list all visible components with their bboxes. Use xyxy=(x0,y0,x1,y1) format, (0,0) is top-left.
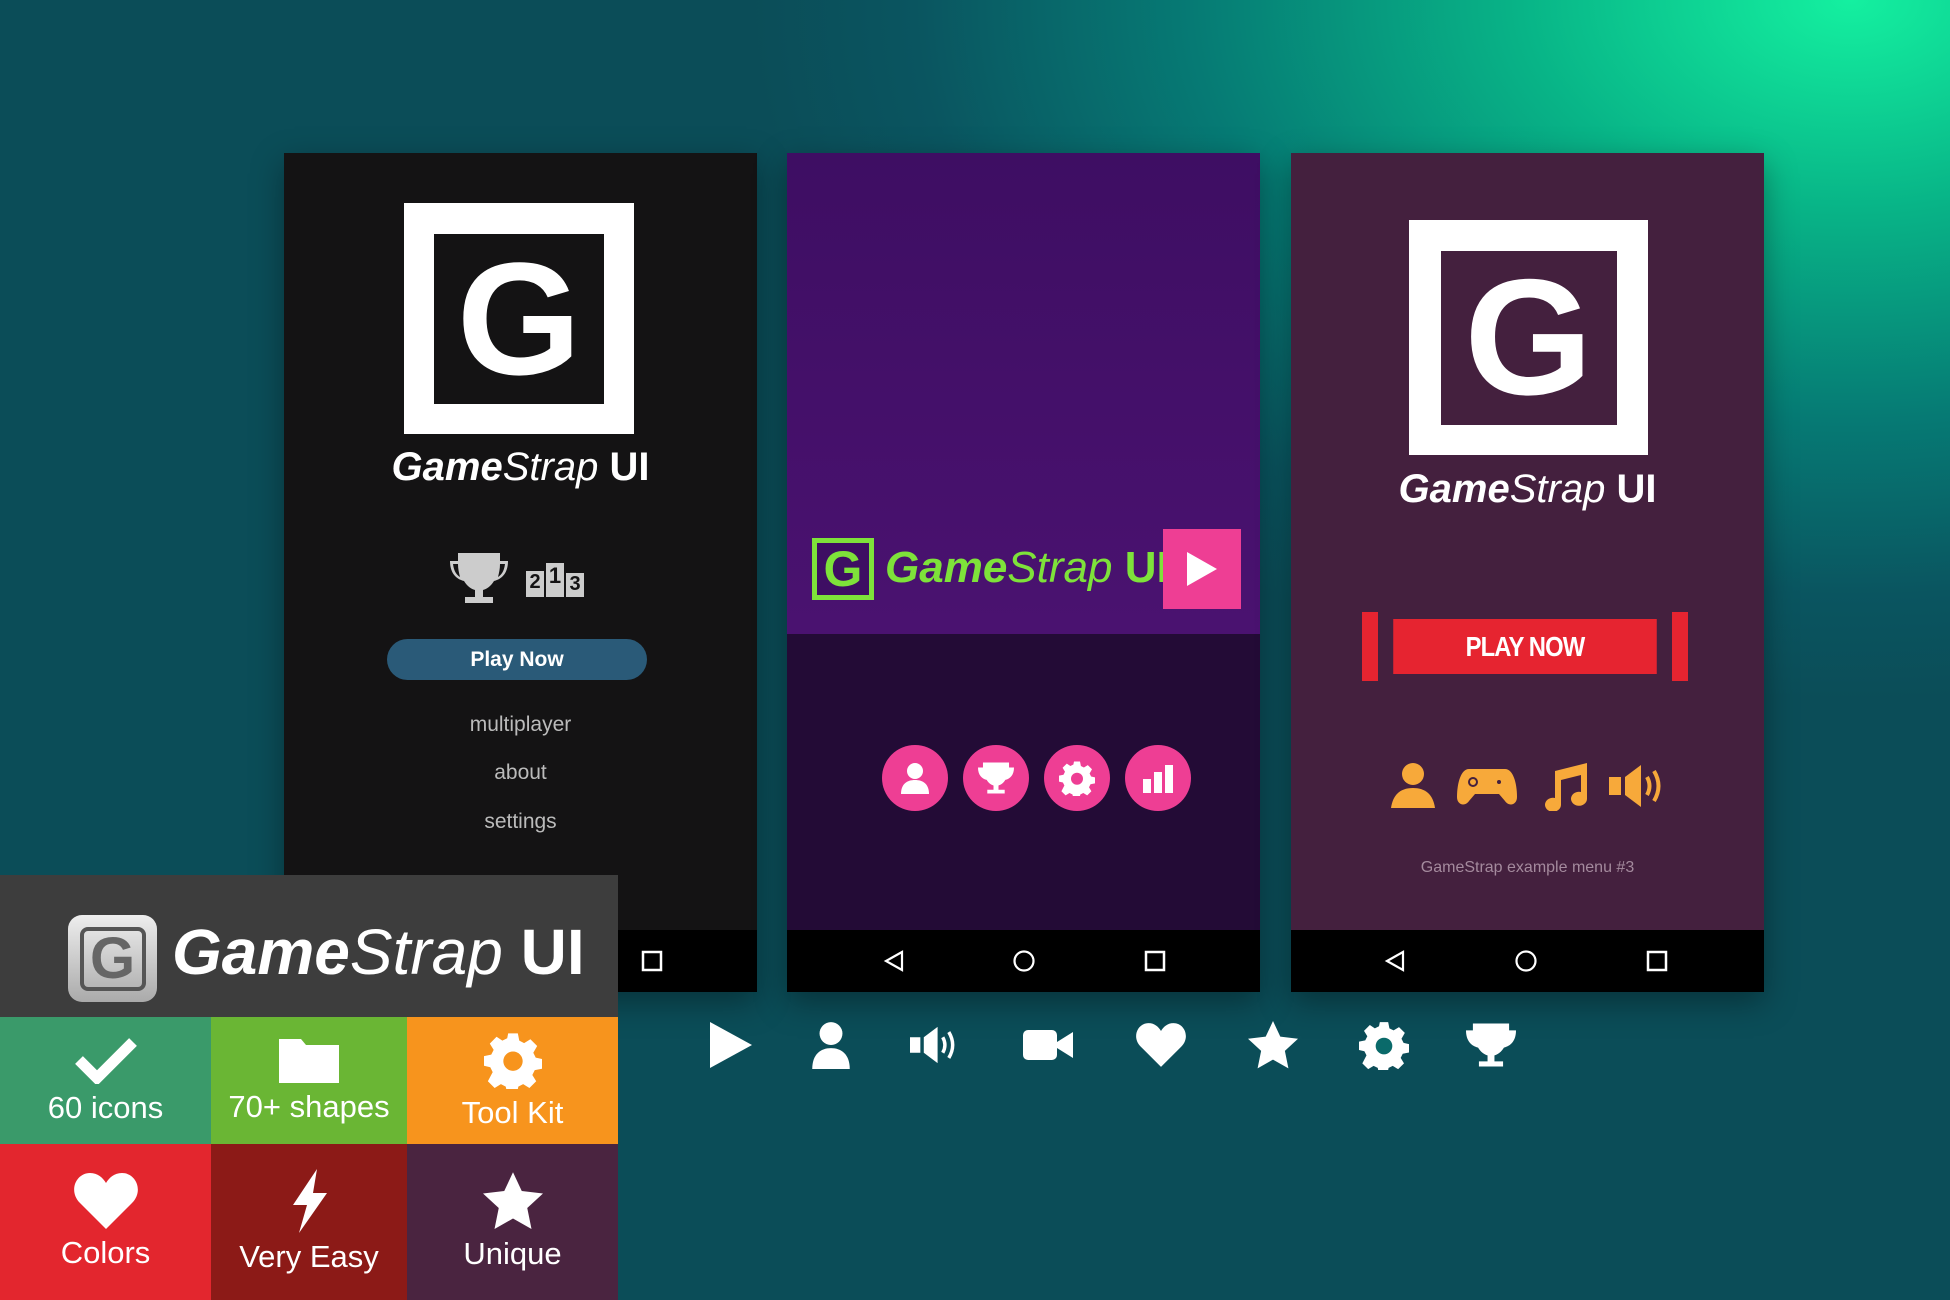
play-icon xyxy=(1187,552,1217,586)
user-icon xyxy=(901,763,929,794)
feature-unique: Unique xyxy=(407,1144,618,1300)
android-nav-bar xyxy=(787,930,1260,992)
logo-g: G xyxy=(1409,220,1648,455)
gear-icon xyxy=(1059,761,1095,796)
recents-icon[interactable] xyxy=(1143,949,1167,973)
brand-title: GameStrap UI xyxy=(885,543,1169,593)
android-nav-bar xyxy=(1291,930,1764,992)
feature-label: Very Easy xyxy=(239,1239,379,1274)
brand-strap: Strap xyxy=(1509,467,1606,511)
video-camera-icon xyxy=(1023,1030,1073,1060)
menu-about[interactable]: about xyxy=(284,761,757,785)
heart-icon xyxy=(1136,1023,1186,1067)
feature-label: Colors xyxy=(60,1235,151,1270)
feature-label: Unique xyxy=(463,1236,562,1271)
speaker-icon[interactable] xyxy=(1609,763,1667,809)
folder-icon xyxy=(279,1038,339,1083)
user-icon[interactable] xyxy=(1389,761,1437,809)
speaker-icon xyxy=(910,1026,955,1064)
back-icon[interactable] xyxy=(882,949,906,973)
brand-title: GameStrap UI xyxy=(172,915,585,989)
play-button[interactable] xyxy=(1163,529,1241,609)
profile-button[interactable] xyxy=(882,745,948,811)
feature-panel: G GameStrap UI 60 icons 70+ shapes Tool … xyxy=(0,875,618,1300)
brand-ui: UI xyxy=(609,445,650,489)
brand-title: GameStrap UI xyxy=(1291,467,1764,512)
brand-game: Game xyxy=(1398,467,1510,511)
trophy-icon xyxy=(978,762,1014,794)
brand-strap: Strap xyxy=(1007,543,1113,592)
panel-header: G GameStrap UI xyxy=(0,875,618,1017)
trophy-button[interactable] xyxy=(963,745,1029,811)
brand-title: GameStrap UI xyxy=(284,445,757,490)
back-icon[interactable] xyxy=(1383,949,1407,973)
trophy-icon[interactable] xyxy=(450,551,508,605)
feature-colors: Colors xyxy=(0,1144,211,1300)
play-now-button[interactable]: Play Now xyxy=(387,639,647,680)
play-icon xyxy=(710,1022,752,1068)
bar-chart-icon xyxy=(1143,765,1173,793)
user-icon xyxy=(812,1022,850,1069)
feature-label: Tool Kit xyxy=(461,1094,564,1130)
brand-game: Game xyxy=(885,543,1008,592)
podium-3: 3 xyxy=(566,573,584,597)
lightning-icon xyxy=(293,1169,327,1233)
gear-icon xyxy=(1359,1022,1409,1070)
podium-2: 2 xyxy=(526,571,544,597)
play-now-button[interactable]: PLAY NOW xyxy=(1362,612,1688,681)
gamepad-icon[interactable] xyxy=(1457,767,1517,807)
leaderboard-podium-icon[interactable]: 2 1 3 xyxy=(526,563,584,597)
brand-ui: UI xyxy=(1616,467,1657,511)
podium-1: 1 xyxy=(546,563,564,597)
phone-screen-3: G GameStrap UI PLAY NOW GameStrap exampl… xyxy=(1291,153,1764,992)
caption: GameStrap example menu #3 xyxy=(1420,859,1635,876)
check-icon xyxy=(74,1037,137,1084)
brand-ui: UI xyxy=(520,916,585,988)
recents-icon[interactable] xyxy=(1645,949,1669,973)
star-icon xyxy=(1248,1021,1298,1069)
menu-multiplayer[interactable]: multiplayer xyxy=(284,713,757,737)
feature-label: 60 icons xyxy=(47,1089,164,1125)
play-now-label: PLAY NOW xyxy=(1393,619,1657,674)
logo-g: G xyxy=(404,203,634,434)
heart-icon xyxy=(73,1173,138,1229)
brand-game: Game xyxy=(391,445,503,489)
trophy-icon xyxy=(1466,1023,1516,1067)
feature-label: 70+ shapes xyxy=(228,1088,390,1124)
home-icon[interactable] xyxy=(1514,949,1538,973)
star-icon xyxy=(482,1172,543,1229)
feature-easy: Very Easy xyxy=(211,1144,407,1300)
feature-icons: 60 icons xyxy=(0,1017,211,1144)
brand-game: Game xyxy=(172,916,350,988)
brand-strap: Strap xyxy=(502,445,599,489)
logo-g-badge: G xyxy=(68,915,157,1002)
menu-settings[interactable]: settings xyxy=(284,810,757,834)
gear-icon xyxy=(483,1032,542,1089)
settings-button[interactable] xyxy=(1044,745,1110,811)
feature-shapes: 70+ shapes xyxy=(211,1017,407,1144)
home-icon[interactable] xyxy=(1012,949,1036,973)
brand-strap: Strap xyxy=(349,916,503,988)
music-icon[interactable] xyxy=(1539,761,1589,811)
phone-screen-2: G GameStrap UI xyxy=(787,153,1260,992)
feature-toolkit: Tool Kit xyxy=(407,1017,618,1144)
recents-icon[interactable] xyxy=(640,949,664,973)
logo-g-small: G xyxy=(812,538,874,600)
stats-button[interactable] xyxy=(1125,745,1191,811)
phone-screen-1: G GameStrap UI 2 1 3 Play Now multiplaye… xyxy=(284,153,757,992)
